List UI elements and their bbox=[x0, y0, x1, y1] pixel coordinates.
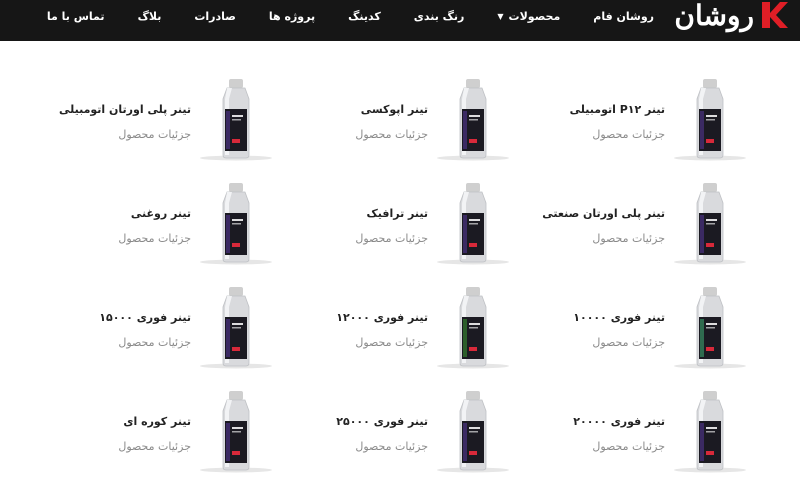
bottle-icon bbox=[200, 287, 272, 369]
product-card[interactable]: تینر روغنی جزئیات محصول bbox=[46, 179, 286, 279]
product-card[interactable]: تینر پلی اورتان صنعتی جزئیات محصول bbox=[520, 179, 760, 279]
logo-text: روشان bbox=[674, 0, 754, 32]
product-details-link[interactable]: جزئیات محصول bbox=[355, 336, 428, 349]
product-card[interactable]: تینر اپوکسی جزئیات محصول bbox=[283, 75, 523, 175]
product-image[interactable] bbox=[670, 75, 750, 175]
product-card[interactable]: تینر فوری ۱۰۰۰۰ جزئیات محصول bbox=[520, 283, 760, 383]
product-title[interactable]: تینر پلی اورتان صنعتی bbox=[542, 207, 665, 220]
product-details-link[interactable]: جزئیات محصول bbox=[118, 336, 191, 349]
bottle-icon bbox=[437, 391, 509, 473]
product-image[interactable] bbox=[196, 179, 276, 279]
bottle-icon bbox=[200, 391, 272, 473]
site-logo[interactable]: روشان bbox=[650, 0, 790, 38]
product-details-link[interactable]: جزئیات محصول bbox=[592, 232, 665, 245]
nav-item-label: پروژه ها bbox=[268, 10, 316, 23]
logo-mark-icon bbox=[762, 2, 788, 28]
main-nav: روشان فام محصولات ▼ رنگ بندی کدینگ پروژه ها صا… bbox=[14, 8, 654, 42]
product-title[interactable]: تینر فوری ۲۵۰۰۰ bbox=[336, 415, 428, 428]
product-image[interactable] bbox=[196, 75, 276, 175]
bottle-icon bbox=[437, 287, 509, 369]
nav-projects[interactable]: پروژه ها bbox=[269, 8, 315, 26]
product-details-link[interactable]: جزئیات محصول bbox=[118, 128, 191, 141]
nav-item-label: تماس با ما bbox=[46, 10, 105, 23]
nav-item-label: رنگ بندی bbox=[413, 10, 465, 23]
product-card[interactable]: تینر P۱۲ اتومبیلی جزئیات محصول bbox=[520, 75, 760, 175]
nav-blog[interactable]: بلاگ bbox=[138, 8, 162, 26]
product-grid: تینرجزئیات محصولتینرجزئیات محصولتینر B-۶… bbox=[0, 0, 800, 473]
nav-item-label: روشان فام bbox=[593, 10, 654, 23]
product-title[interactable]: تینر اپوکسی bbox=[361, 103, 428, 116]
nav-item-label: محصولات bbox=[508, 10, 561, 23]
bottle-icon bbox=[674, 391, 746, 473]
nav-export[interactable]: صادرات bbox=[194, 8, 236, 26]
product-image[interactable] bbox=[433, 179, 513, 279]
bottle-icon bbox=[437, 79, 509, 161]
nav-coding[interactable]: کدینگ bbox=[348, 8, 381, 26]
product-image[interactable] bbox=[433, 75, 513, 175]
top-navbar: روشان روشان فام محصولات ▼ رنگ بندی کدینگ پروژ… bbox=[0, 0, 800, 41]
nav-colors[interactable]: رنگ بندی bbox=[414, 8, 465, 26]
product-details-link[interactable]: جزئیات محصول bbox=[355, 440, 428, 453]
product-image[interactable] bbox=[196, 387, 276, 487]
product-details-link[interactable]: جزئیات محصول bbox=[355, 128, 428, 141]
product-title[interactable]: تینر کوره ای bbox=[123, 415, 191, 428]
bottle-icon bbox=[437, 183, 509, 265]
product-card[interactable]: تینر ترافیک جزئیات محصول bbox=[283, 179, 523, 279]
product-image[interactable] bbox=[196, 283, 276, 383]
product-card[interactable]: تینر کوره ای جزئیات محصول bbox=[46, 387, 286, 487]
nav-item-label: صادرات bbox=[194, 10, 236, 23]
nav-item-label: بلاگ bbox=[137, 10, 162, 23]
product-image[interactable] bbox=[433, 387, 513, 487]
nav-products[interactable]: محصولات ▼ bbox=[497, 8, 560, 26]
caret-down-icon: ▼ bbox=[497, 12, 504, 21]
product-title[interactable]: تینر روغنی bbox=[131, 207, 191, 220]
product-title[interactable]: تینر ترافیک bbox=[367, 207, 428, 220]
product-card[interactable]: تینر پلی اورتان اتومبیلی جزئیات محصول bbox=[46, 75, 286, 175]
product-card[interactable]: تینر فوری ۲۰۰۰۰ جزئیات محصول bbox=[520, 387, 760, 487]
bottle-icon bbox=[674, 183, 746, 265]
nav-roshan-fam[interactable]: روشان فام bbox=[593, 8, 654, 26]
product-title[interactable]: تینر پلی اورتان اتومبیلی bbox=[59, 103, 191, 116]
product-image[interactable] bbox=[670, 387, 750, 487]
bottle-icon bbox=[674, 79, 746, 161]
product-title[interactable]: تینر P۱۲ اتومبیلی bbox=[570, 103, 665, 116]
product-title[interactable]: تینر فوری ۱۵۰۰۰ bbox=[99, 311, 191, 324]
product-image[interactable] bbox=[670, 283, 750, 383]
product-details-link[interactable]: جزئیات محصول bbox=[592, 336, 665, 349]
bottle-icon bbox=[200, 183, 272, 265]
product-card[interactable]: تینر فوری ۱۵۰۰۰ جزئیات محصول bbox=[46, 283, 286, 383]
product-details-link[interactable]: جزئیات محصول bbox=[355, 232, 428, 245]
product-details-link[interactable]: جزئیات محصول bbox=[118, 440, 191, 453]
product-title[interactable]: تینر فوری ۱۰۰۰۰ bbox=[573, 311, 665, 324]
product-title[interactable]: تینر فوری ۱۲۰۰۰ bbox=[336, 311, 428, 324]
nav-item-label: کدینگ bbox=[348, 10, 381, 23]
product-card[interactable]: تینر فوری ۱۲۰۰۰ جزئیات محصول bbox=[283, 283, 523, 383]
product-image[interactable] bbox=[433, 283, 513, 383]
nav-contact[interactable]: تماس با ما bbox=[47, 8, 105, 26]
product-details-link[interactable]: جزئیات محصول bbox=[592, 440, 665, 453]
product-details-link[interactable]: جزئیات محصول bbox=[118, 232, 191, 245]
product-image[interactable] bbox=[670, 179, 750, 279]
bottle-icon bbox=[674, 287, 746, 369]
bottle-icon bbox=[200, 79, 272, 161]
product-details-link[interactable]: جزئیات محصول bbox=[592, 128, 665, 141]
product-card[interactable]: تینر فوری ۲۵۰۰۰ جزئیات محصول bbox=[283, 387, 523, 487]
product-title[interactable]: تینر فوری ۲۰۰۰۰ bbox=[573, 415, 665, 428]
